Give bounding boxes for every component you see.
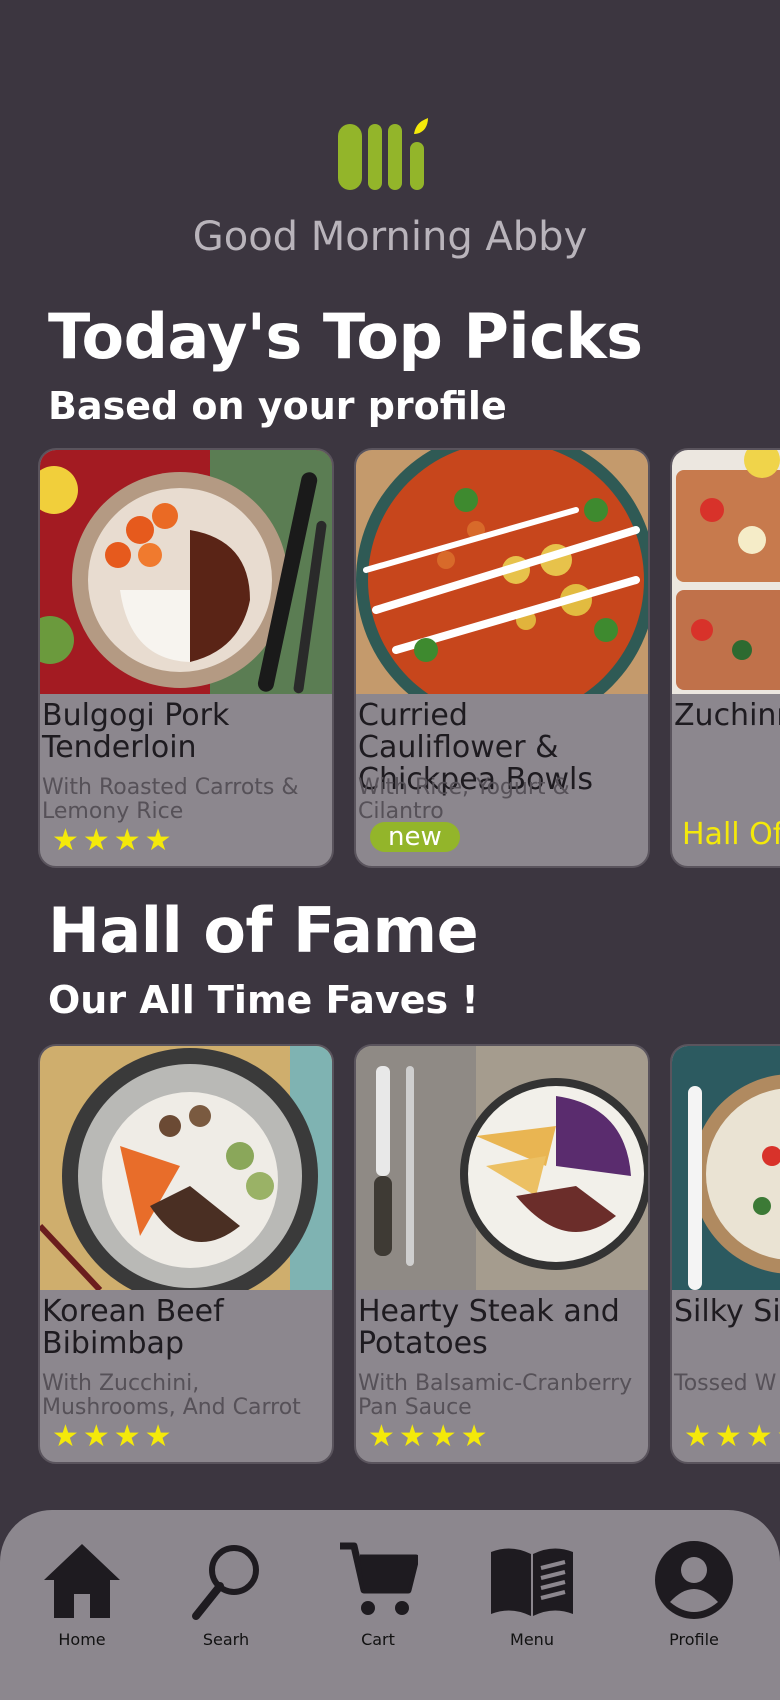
recipe-name: Hearty Steak and Potatoes [358, 1294, 620, 1361]
nav-label-home: Home [58, 1630, 106, 1649]
hall-of-fame-title: Hall of Fame [48, 894, 479, 967]
recipe-description: With Zucchini, Mushrooms, And Carrot [42, 1371, 301, 1420]
recipe-card[interactable]: Silky Sid Shrimp Tossed W Zucchini & ★★★… [670, 1044, 780, 1464]
recipe-description: With Balsamic-Cranberry Pan Sauce [358, 1371, 633, 1420]
recipe-name: Zuchinn Flatbrea [674, 698, 780, 733]
nav-menu[interactable]: Menu [472, 1540, 592, 1649]
greeting: Good Morning Abby [192, 214, 588, 260]
hall-of-fame-subtitle: Our All Time Faves ! [48, 978, 479, 1022]
profile-icon [655, 1541, 733, 1619]
recipe-image [356, 450, 648, 694]
recipe-card[interactable]: Korean Beef Bibimbap With Zucchini, Mush… [38, 1044, 334, 1464]
search-icon [192, 1545, 259, 1620]
recipe-image [672, 450, 780, 694]
nav-label-menu: Menu [510, 1630, 554, 1649]
new-badge: new [370, 822, 460, 852]
star-rating: ★★★★ [52, 1419, 176, 1454]
recipe-card[interactable]: Bulgogi Pork Tenderloin With Roasted Car… [38, 448, 334, 868]
recipe-description: With Roasted Carrots & Lemony Rice [42, 775, 299, 824]
recipe-name: Silky Sid Shrimp [674, 1294, 780, 1329]
nav-home[interactable]: Home [22, 1540, 142, 1649]
hall-of-fame-tag: Hall Of [682, 817, 780, 852]
recipe-name: Bulgogi Pork Tenderloin [42, 698, 230, 765]
nav-label-profile: Profile [669, 1630, 719, 1649]
recipe-card[interactable]: Zuchinn Flatbrea Hall Of [670, 448, 780, 868]
top-picks-title: Today's Top Picks [48, 300, 643, 373]
recipe-name: Korean Beef Bibimbap [42, 1294, 224, 1361]
recipe-image [40, 1046, 332, 1290]
recipe-description: Tossed W Zucchini & [674, 1371, 780, 1396]
star-rating: ★★★★ [368, 1419, 492, 1454]
top-picks-carousel[interactable]: Bulgogi Pork Tenderloin With Roasted Car… [38, 448, 780, 872]
home-icon [44, 1544, 120, 1618]
recipe-card[interactable]: Curried Cauliflower & Chickpea Bowls Wit… [354, 448, 650, 868]
recipe-image [672, 1046, 780, 1290]
nav-label-cart: Cart [361, 1630, 395, 1649]
nav-search[interactable]: Searh [166, 1540, 286, 1649]
hall-of-fame-carousel[interactable]: Korean Beef Bibimbap With Zucchini, Mush… [38, 1044, 780, 1468]
top-picks-subtitle: Based on your profile [48, 384, 507, 428]
recipe-description: With Rice, Yogurt & Cilantro [358, 775, 570, 824]
recipe-image [356, 1046, 648, 1290]
nav-cart[interactable]: Cart [318, 1540, 438, 1649]
cart-icon [340, 1542, 418, 1615]
recipe-image [40, 450, 332, 694]
bottom-nav: Home Searh Cart Menu Profile [0, 1510, 780, 1700]
recipe-card[interactable]: Hearty Steak and Potatoes With Balsamic-… [354, 1044, 650, 1464]
star-rating: ★★★★ [684, 1419, 780, 1454]
olli-logo [338, 118, 428, 190]
menu-book-icon [491, 1548, 573, 1616]
nav-label-search: Searh [202, 1630, 250, 1649]
star-rating: ★★★★ [52, 823, 176, 858]
nav-profile[interactable]: Profile [634, 1540, 754, 1649]
